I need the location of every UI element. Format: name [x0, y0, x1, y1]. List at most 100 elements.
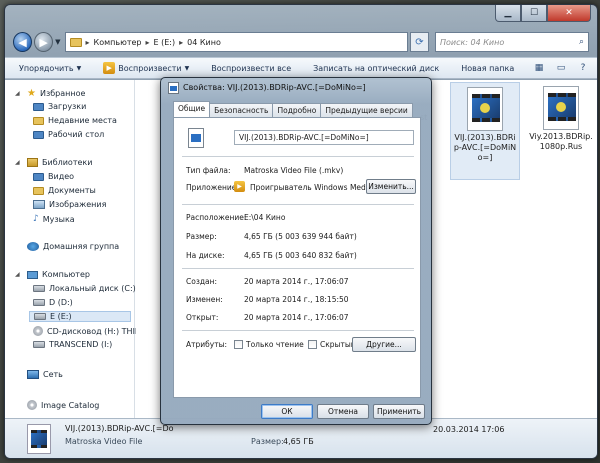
- sidebar-item-documents[interactable]: Документы: [33, 186, 96, 195]
- sidebar-item-transcend[interactable]: TRANSCEND (I:): [33, 340, 112, 349]
- video-file-icon: [168, 82, 179, 94]
- media-player-icon: ▶: [234, 181, 245, 192]
- sidebar-item-images[interactable]: Изображения: [33, 200, 106, 209]
- file-item[interactable]: Viy.2013.BDRip.1080p.Rus: [526, 82, 596, 152]
- on-disk-label: На диске:: [186, 251, 225, 260]
- view-options-icon[interactable]: ▦: [531, 61, 547, 75]
- sidebar-item-local-c[interactable]: Локальный диск (C:): [33, 284, 136, 293]
- play-button[interactable]: ▶ Воспроизвести ▼: [103, 62, 189, 74]
- drive-icon: [34, 313, 46, 320]
- sidebar-item-drive-e[interactable]: E (E:): [29, 311, 131, 322]
- file-type-value: Matroska Video File (.mkv): [244, 166, 344, 175]
- sidebar-item-favorites[interactable]: ◢ ★ Избранное: [15, 88, 85, 99]
- video-file-icon: [27, 424, 51, 454]
- forward-button[interactable]: ▶: [34, 32, 54, 52]
- computer-icon: [27, 270, 38, 279]
- location-label: Расположение:: [186, 213, 247, 222]
- chevron-down-icon: ▼: [76, 64, 82, 72]
- sidebar-item-drive-d[interactable]: D (D:): [33, 298, 73, 307]
- navigation-pane: ◢ ★ Избранное Загрузки Недавние места Рабо…: [5, 80, 140, 418]
- maximize-button[interactable]: ☐: [521, 5, 547, 22]
- readonly-label: Только чтение: [246, 340, 304, 349]
- documents-icon: [33, 186, 44, 195]
- preview-pane-icon[interactable]: ▭: [553, 61, 569, 75]
- star-icon: ★: [27, 88, 36, 99]
- sidebar-item-music[interactable]: ♪ Музыка: [33, 214, 75, 224]
- date-value: 20.03.2014 17:06: [433, 425, 505, 434]
- tab-previous-versions[interactable]: Предыдущие версии: [320, 103, 413, 117]
- modified-label: Изменен:: [186, 295, 223, 304]
- recent-pages-dropdown[interactable]: ▼: [55, 38, 60, 46]
- tab-general[interactable]: Общие: [173, 101, 211, 117]
- expand-icon[interactable]: ◢: [15, 90, 23, 97]
- selected-file-name: VIJ.(2013).BDRip-AVC.[=Do: [65, 424, 174, 433]
- cancel-button[interactable]: Отмена: [317, 404, 369, 419]
- size-label: Размер:: [186, 232, 217, 241]
- video-file-icon: [188, 128, 204, 148]
- help-icon[interactable]: ?: [575, 61, 591, 75]
- divider: [182, 330, 414, 331]
- size-value: 4,65 ГБ (5 003 639 944 байт): [244, 232, 357, 241]
- sidebar-item-desktop[interactable]: Рабочий стол: [33, 130, 104, 139]
- chevron-down-icon: ▼: [184, 64, 190, 72]
- sidebar-item-homegroup[interactable]: Домашняя группа: [15, 242, 119, 251]
- properties-dialog: Свойства: VIJ.(2013).BDRip-AVC.[=DoMiNo=…: [160, 77, 432, 425]
- breadcrumb-drive-e[interactable]: E (E:): [154, 38, 176, 47]
- modified-value: 20 марта 2014 г., 18:15:50: [244, 295, 349, 304]
- organize-button[interactable]: Упорядочить ▼: [19, 64, 81, 73]
- hidden-checkbox[interactable]: [308, 340, 317, 349]
- drive-icon: [33, 285, 45, 292]
- size-value: 4,65 ГБ: [283, 437, 314, 446]
- desktop-icon: [33, 130, 44, 139]
- divider: [182, 204, 414, 205]
- expand-icon[interactable]: ◢: [15, 271, 23, 278]
- sidebar-item-network[interactable]: Сеть: [15, 370, 63, 379]
- file-name-field[interactable]: VIJ.(2013).BDRip-AVC.[=DoMiNo=]: [234, 130, 414, 145]
- tab-details[interactable]: Подробно: [272, 103, 322, 117]
- sidebar-item-downloads[interactable]: Загрузки: [33, 102, 86, 111]
- drive-icon: [33, 299, 45, 306]
- close-button[interactable]: ✕: [547, 5, 591, 22]
- advanced-button[interactable]: Другие...: [352, 337, 416, 352]
- downloads-icon: [33, 102, 44, 111]
- location-value: E:\04 Кино: [244, 213, 286, 222]
- breadcrumb-computer[interactable]: Компьютер: [94, 38, 142, 47]
- burn-button[interactable]: Записать на оптический диск: [313, 64, 439, 73]
- tab-security[interactable]: Безопасность: [209, 103, 274, 117]
- video-library-icon: [33, 172, 44, 181]
- usb-drive-icon: [33, 341, 45, 348]
- change-button[interactable]: Изменить...: [366, 179, 416, 194]
- expand-icon[interactable]: ◢: [15, 159, 23, 166]
- sidebar-item-libraries[interactable]: ◢ Библиотеки: [15, 158, 92, 167]
- breadcrumb-folder[interactable]: 04 Кино: [187, 38, 221, 47]
- readonly-checkbox[interactable]: [234, 340, 243, 349]
- sidebar-item-recent[interactable]: Недавние места: [33, 116, 117, 125]
- homegroup-icon: [27, 242, 39, 251]
- libraries-icon: [27, 158, 38, 167]
- cd-drive-icon: [33, 326, 43, 336]
- dialog-tabs: Общие Безопасность Подробно Предыдущие в…: [173, 101, 413, 117]
- search-placeholder: Поиск: 04 Кино: [439, 37, 505, 47]
- new-folder-button[interactable]: Новая папка: [461, 64, 514, 73]
- application-label: Приложение:: [186, 183, 239, 192]
- sidebar-item-image-catalog[interactable]: Image Catalog: [15, 400, 99, 410]
- file-item[interactable]: VIJ.(2013).BDRip-AVC.[=DoMiNo=]: [450, 82, 520, 180]
- ok-button[interactable]: ОК: [261, 404, 313, 419]
- search-input[interactable]: Поиск: 04 Кино ⌕: [434, 32, 589, 52]
- general-panel: VIJ.(2013).BDRip-AVC.[=DoMiNo=] Тип файл…: [173, 117, 421, 398]
- opened-value: 20 марта 2014 г., 17:06:07: [244, 313, 349, 322]
- sidebar-item-cd-h[interactable]: CD-дисковод (H:) THIE: [33, 326, 140, 336]
- apply-button[interactable]: Применить: [373, 404, 425, 419]
- command-bar: Упорядочить ▼ ▶ Воспроизвести ▼ Воспроизве…: [5, 57, 597, 79]
- refresh-icon[interactable]: ⟳: [409, 32, 429, 52]
- minimize-button[interactable]: ▁: [495, 5, 521, 22]
- attributes-label: Атрибуты:: [186, 340, 228, 349]
- sidebar-item-video[interactable]: Видео: [33, 172, 74, 181]
- sidebar-item-computer[interactable]: ◢ Компьютер: [15, 270, 90, 279]
- application-value: Проигрыватель Windows Media: [250, 183, 373, 192]
- disc-image-icon: [27, 400, 37, 410]
- play-all-button[interactable]: Воспроизвести все: [211, 64, 291, 73]
- back-button[interactable]: ◀: [13, 32, 33, 52]
- address-bar[interactable]: ▸ Компьютер ▸ E (E:) ▸ 04 Кино: [64, 32, 408, 52]
- caption-buttons: ▁ ☐ ✕: [495, 5, 591, 22]
